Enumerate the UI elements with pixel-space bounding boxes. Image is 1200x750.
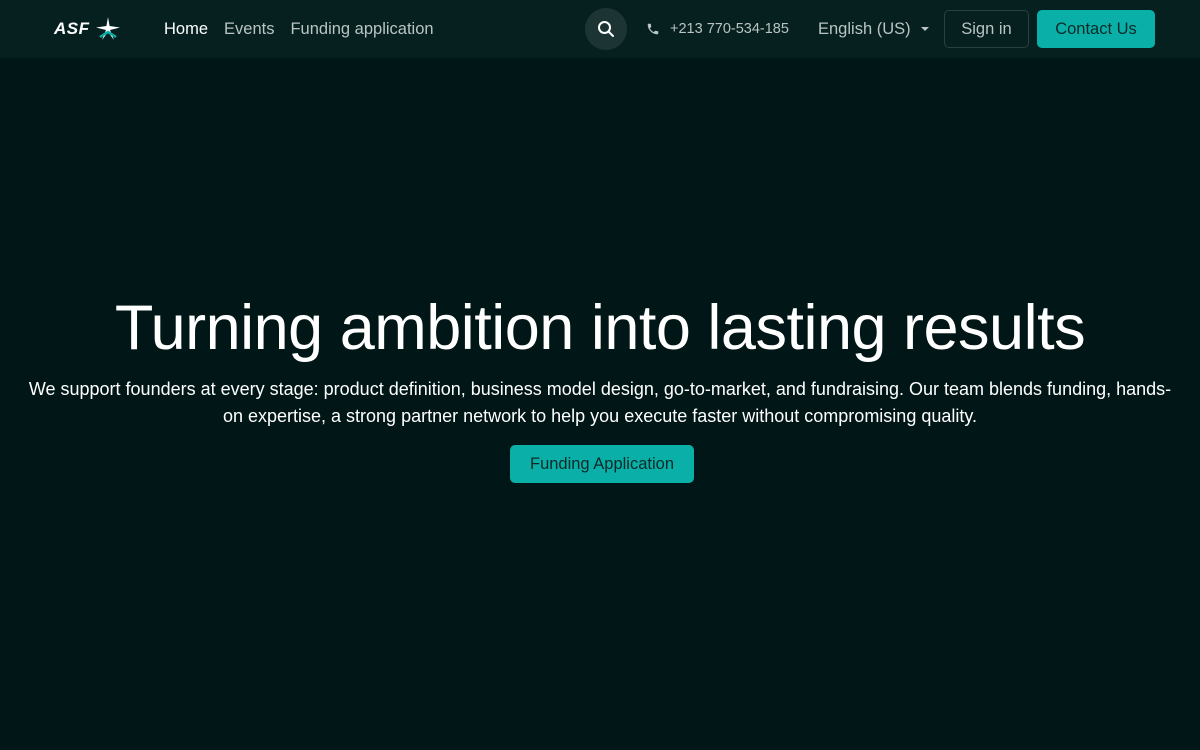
contact-us-button[interactable]: Contact Us: [1037, 10, 1155, 48]
nav-link-home[interactable]: Home: [164, 20, 208, 39]
phone-icon: [647, 23, 659, 35]
search-icon: [598, 21, 614, 37]
logo-text: ASF: [54, 19, 90, 38]
phone-link[interactable]: +213 770-534-185: [646, 0, 789, 58]
nav-link-funding-application[interactable]: Funding application: [290, 20, 433, 39]
search-button[interactable]: [585, 8, 627, 50]
asf-star-logo-icon: [95, 17, 120, 40]
hero-section: Turning ambition into lasting results We…: [0, 58, 1200, 750]
language-dropdown[interactable]: English (US): [818, 0, 929, 58]
hero-subtitle: We support founders at every stage: prod…: [28, 379, 1172, 426]
hero-title: Turning ambition into lasting results: [114, 293, 1086, 363]
top-navbar: ASF Home Events Funding application +213…: [0, 0, 1200, 58]
language-label: English (US): [818, 19, 911, 38]
phone-number: +213 770-534-185: [670, 21, 789, 37]
nav-link-events[interactable]: Events: [224, 20, 274, 39]
sign-in-button[interactable]: Sign in: [944, 10, 1029, 48]
brand-logo[interactable]: ASF: [54, 14, 126, 44]
chevron-down-icon: [920, 27, 929, 31]
main-nav: Home Events Funding application: [164, 0, 434, 58]
funding-application-button[interactable]: Funding Application: [510, 445, 694, 483]
